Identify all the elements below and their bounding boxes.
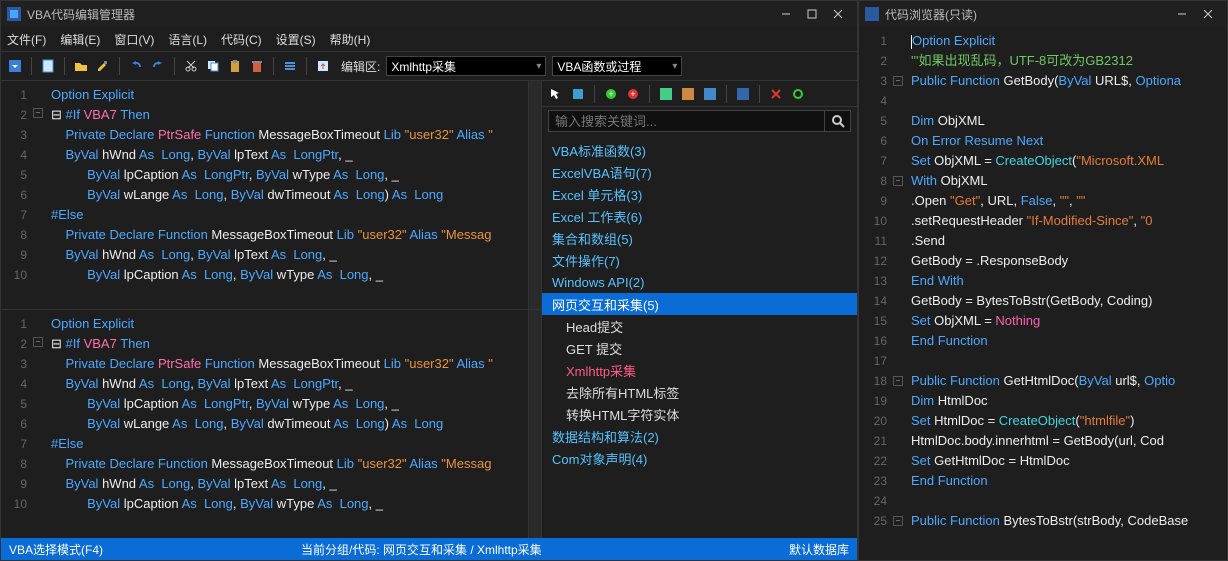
editors-column: 12345678910 − Option Explicit⊟ #If VBA7 … bbox=[1, 81, 541, 538]
window-title: VBA代码编辑管理器 bbox=[27, 6, 135, 23]
cut-icon[interactable] bbox=[183, 58, 199, 74]
edit-area-label: 编辑区: bbox=[341, 58, 380, 75]
tree-item[interactable]: 数据结构和算法(2) bbox=[542, 425, 857, 447]
viewer-title: 代码浏览器(只读) bbox=[885, 6, 977, 23]
fold-marker[interactable]: − bbox=[33, 108, 43, 118]
tree-item[interactable]: 集合和数组(5) bbox=[542, 227, 857, 249]
status-bar: VBA选择模式(F4) 当前分组/代码: 网页交互和采集 / Xmlhttp采集… bbox=[1, 538, 857, 560]
copy-icon[interactable] bbox=[205, 58, 221, 74]
opt1-icon[interactable] bbox=[658, 86, 674, 102]
menu-help[interactable]: 帮助(H) bbox=[330, 31, 371, 48]
tree-item[interactable]: Head提交 bbox=[542, 315, 857, 337]
tree-item[interactable]: Excel 单元格(3) bbox=[542, 183, 857, 205]
main-window: VBA代码编辑管理器 文件(F) 编辑(E) 窗口(V) 语言(L) 代码(C)… bbox=[0, 0, 858, 561]
edit-area-combo[interactable]: Xmlhttp采集▾ bbox=[386, 56, 546, 76]
editor-pane-top[interactable]: 12345678910 − Option Explicit⊟ #If VBA7 … bbox=[1, 81, 541, 310]
export-icon[interactable] bbox=[315, 58, 331, 74]
tree-item[interactable]: ExcelVBA语句(7) bbox=[542, 161, 857, 183]
menu-code[interactable]: 代码(C) bbox=[221, 31, 262, 48]
menu-settings[interactable]: 设置(S) bbox=[276, 31, 316, 48]
status-db: 默认数据库 bbox=[789, 541, 849, 558]
menu-file[interactable]: 文件(F) bbox=[7, 31, 46, 48]
open-icon[interactable] bbox=[73, 58, 89, 74]
menu-language[interactable]: 语言(L) bbox=[168, 31, 207, 48]
select-icon[interactable] bbox=[548, 86, 564, 102]
fold-marker[interactable]: − bbox=[33, 337, 43, 347]
dropdown-icon[interactable] bbox=[7, 58, 23, 74]
viewer-window: 代码浏览器(只读) 123456789101112131415161718192… bbox=[858, 0, 1228, 561]
tree-item[interactable]: 网页交互和采集(5) bbox=[542, 293, 857, 315]
search-input[interactable] bbox=[549, 111, 824, 131]
status-current: 当前分组/代码: 网页交互和采集 / Xmlhttp采集 bbox=[301, 541, 542, 558]
delete-icon[interactable] bbox=[249, 58, 265, 74]
titlebar-right: 代码浏览器(只读) bbox=[859, 1, 1227, 27]
tree-item[interactable]: Com对象声明(4) bbox=[542, 447, 857, 469]
list2-icon[interactable] bbox=[570, 86, 586, 102]
refresh-icon[interactable] bbox=[790, 86, 806, 102]
maximize-button[interactable] bbox=[799, 2, 825, 26]
close-button[interactable] bbox=[1195, 2, 1221, 26]
search-box bbox=[548, 110, 851, 132]
tree-item[interactable]: 转换HTML字符实体 bbox=[542, 403, 857, 425]
menu-window[interactable]: 窗口(V) bbox=[114, 31, 154, 48]
viewer-body[interactable]: 1234567891011121314151617181920212223242… bbox=[859, 27, 1227, 560]
viewer-icon bbox=[865, 7, 879, 21]
tree-item[interactable]: Xmlhttp采集 bbox=[542, 359, 857, 381]
panel-toolbar: + + bbox=[542, 81, 857, 107]
redo-icon[interactable] bbox=[150, 58, 166, 74]
search-button[interactable] bbox=[824, 111, 850, 131]
category-tree: VBA标准函数(3)ExcelVBA语句(7)Excel 单元格(3)Excel… bbox=[542, 135, 857, 538]
edit-icon[interactable] bbox=[95, 58, 111, 74]
tree-item[interactable]: Excel 工作表(6) bbox=[542, 205, 857, 227]
titlebar-left: VBA代码编辑管理器 bbox=[1, 1, 857, 27]
add-green-icon[interactable]: + bbox=[603, 86, 619, 102]
opt3-icon[interactable] bbox=[702, 86, 718, 102]
status-mode: VBA选择模式(F4) bbox=[9, 541, 103, 558]
menubar: 文件(F) 编辑(E) 窗口(V) 语言(L) 代码(C) 设置(S) 帮助(H… bbox=[1, 27, 857, 51]
editor-pane-bottom[interactable]: 12345678910 − Option Explicit⊟ #If VBA7 … bbox=[1, 310, 541, 538]
tree-item[interactable]: GET 提交 bbox=[542, 337, 857, 359]
fold-marker[interactable]: − bbox=[893, 376, 903, 386]
save-panel-icon[interactable] bbox=[735, 86, 751, 102]
app-icon bbox=[7, 7, 21, 21]
tree-item[interactable]: Windows API(2) bbox=[542, 271, 857, 293]
fold-marker[interactable]: − bbox=[893, 516, 903, 526]
paste-icon[interactable] bbox=[227, 58, 243, 74]
opt2-icon[interactable] bbox=[680, 86, 696, 102]
fold-marker[interactable]: − bbox=[893, 176, 903, 186]
menu-edit[interactable]: 编辑(E) bbox=[60, 31, 100, 48]
minimize-button[interactable] bbox=[1169, 2, 1195, 26]
add-red-icon[interactable]: + bbox=[625, 86, 641, 102]
close-button[interactable] bbox=[825, 2, 851, 26]
main-toolbar: 编辑区: Xmlhttp采集▾ VBA函数或过程▾ bbox=[1, 51, 857, 81]
fold-marker[interactable]: − bbox=[893, 76, 903, 86]
tree-item[interactable]: 文件操作(7) bbox=[542, 249, 857, 271]
undo-icon[interactable] bbox=[128, 58, 144, 74]
remove-icon[interactable] bbox=[768, 86, 784, 102]
tree-item[interactable]: VBA标准函数(3) bbox=[542, 139, 857, 161]
new-file-icon[interactable] bbox=[40, 58, 56, 74]
minimize-button[interactable] bbox=[773, 2, 799, 26]
list-icon[interactable] bbox=[282, 58, 298, 74]
tree-item[interactable]: 去除所有HTML标签 bbox=[542, 381, 857, 403]
side-panel: + + VBA标准函数(3)Exce bbox=[541, 81, 857, 538]
function-type-combo[interactable]: VBA函数或过程▾ bbox=[552, 56, 682, 76]
svg-text:+: + bbox=[630, 89, 635, 99]
svg-text:+: + bbox=[608, 89, 613, 99]
